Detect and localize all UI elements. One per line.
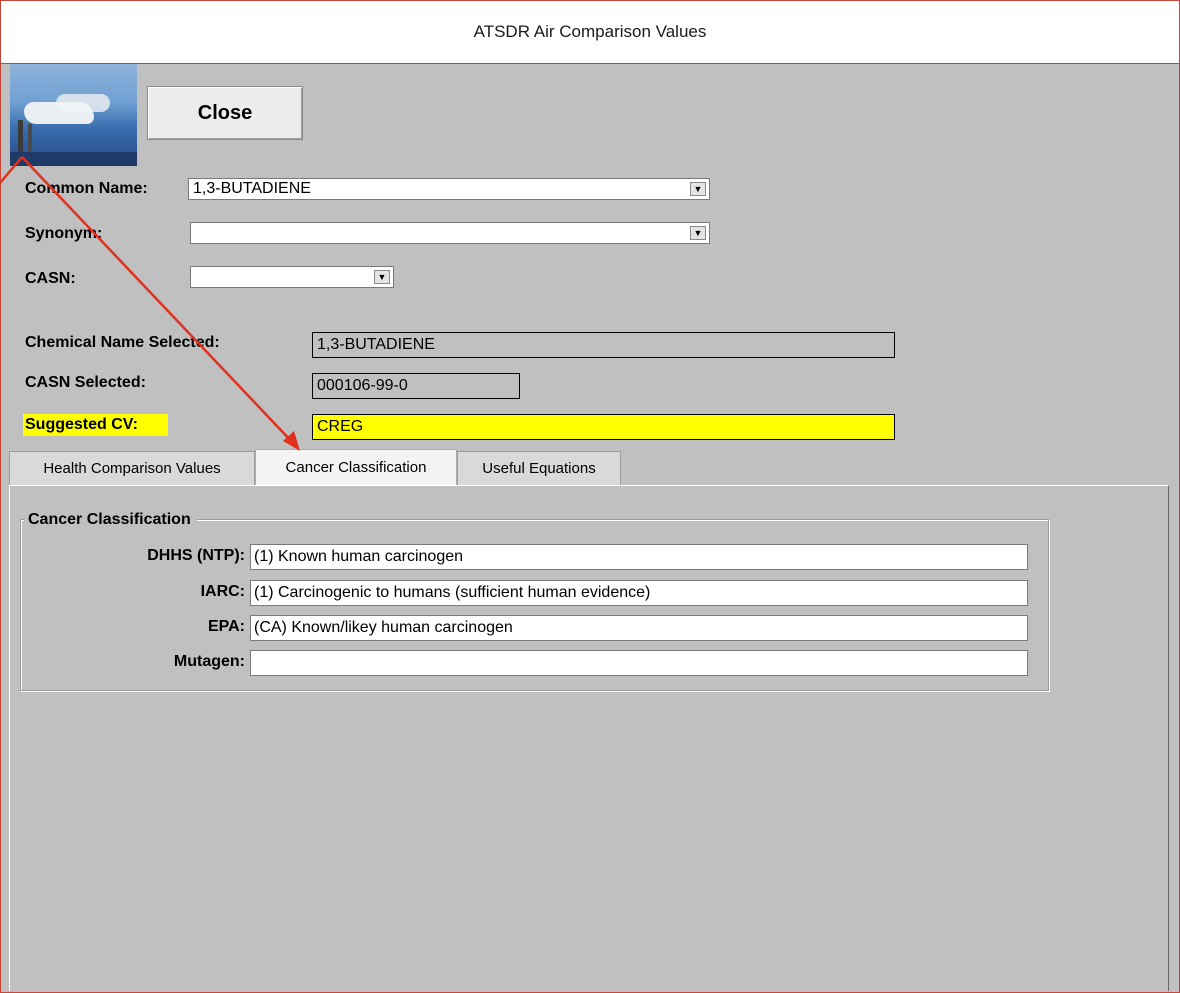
suggested-cv-label: Suggested CV: [23,414,168,436]
mutagen-field[interactable] [250,650,1028,676]
cancer-classification-group-title: Cancer Classification [24,511,197,529]
common-name-combobox[interactable]: 1,3-BUTADIENE ▼ [188,178,710,200]
tab-cancer-classification[interactable]: Cancer Classification [255,449,457,485]
dhhs-ntp-field[interactable]: (1) Known human carcinogen [250,544,1028,570]
casn-combobox[interactable]: ▼ [190,266,394,288]
synonym-combobox[interactable]: ▼ [190,222,710,244]
close-button[interactable]: Close [147,86,303,140]
iarc-field[interactable]: (1) Carcinogenic to humans (sufficient h… [250,580,1028,606]
casn-selected-label: CASN Selected: [25,374,146,391]
tab-useful-equations[interactable]: Useful Equations [457,451,621,485]
window-title: ATSDR Air Comparison Values [1,1,1179,64]
chemical-name-selected-label: Chemical Name Selected: [25,334,220,351]
epa-field[interactable]: (CA) Known/likey human carcinogen [250,615,1028,641]
epa-label: EPA: [207,618,245,635]
dhhs-ntp-label: DHHS (NTP): [147,547,245,564]
tab-health-comparison-values[interactable]: Health Comparison Values [9,451,255,485]
chevron-down-icon[interactable]: ▼ [690,182,706,196]
suggested-cv-field: CREG [312,414,895,440]
synonym-label: Synonym: [25,225,103,242]
casn-selected-field: 000106-99-0 [312,373,520,399]
chemical-name-selected-field: 1,3-BUTADIENE [312,332,895,358]
factory-smokestack-logo [10,64,137,166]
chevron-down-icon[interactable]: ▼ [690,226,706,240]
common-name-label: Common Name: [25,180,148,197]
smoke-shape [24,102,94,124]
chevron-down-icon[interactable]: ▼ [374,270,390,284]
common-name-value: 1,3-BUTADIENE [193,180,311,197]
mutagen-label: Mutagen: [173,653,245,670]
ground-shape [10,152,137,166]
iarc-label: IARC: [200,583,245,600]
casn-label: CASN: [25,270,76,287]
